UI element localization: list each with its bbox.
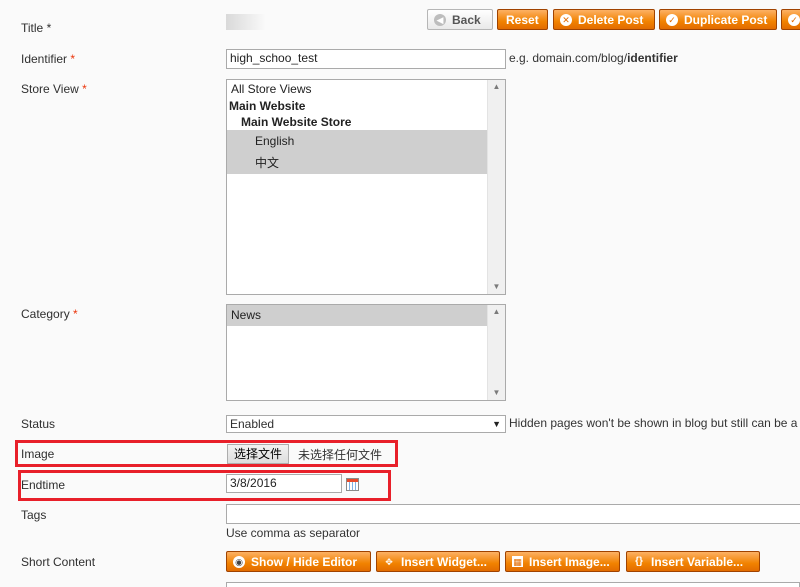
check-icon: ✓ [788,13,800,26]
back-icon: ◀ [434,13,446,26]
scroll-down-icon[interactable]: ▼ [488,280,505,294]
short-content-label: Short Content [21,555,96,569]
tags-hint: Use comma as separator [226,526,361,540]
title-input[interactable] [226,14,266,30]
choose-file-button[interactable]: 选择文件 [227,444,290,464]
insert-widget-button[interactable]: ✥ Insert Widget... [376,551,500,572]
widget-icon: ✥ [385,556,393,567]
status-note: Hidden pages won't be shown in blog but … [509,416,798,430]
image-label: Image [21,447,55,461]
scroll-up-icon[interactable]: ▲ [488,80,505,94]
identifier-note: e.g. domain.com/blog/identifier [509,51,678,65]
store-view-multiselect[interactable]: All Store Views Main Website Main Websit… [226,79,506,295]
identifier-label: Identifier * [21,52,76,66]
duplicate-post-button[interactable]: ✓ Duplicate Post [659,9,777,30]
category-label: Category * [21,307,78,321]
title-label: Title * [21,21,52,35]
show-hide-editor-button[interactable]: ◉ Show / Hide Editor [226,551,371,572]
category-multiselect[interactable]: News ▲ ▼ [226,304,506,401]
image-icon: ▦ [512,556,523,567]
tags-label: Tags [21,508,47,522]
store-view-option[interactable]: All Store Views [227,80,505,98]
delete-post-button[interactable]: ✕ Delete Post [553,9,655,30]
insert-variable-button[interactable]: {} Insert Variable... [626,551,760,572]
calendar-icon[interactable] [346,478,359,491]
variable-icon: {} [635,555,643,567]
short-content-editor[interactable] [226,582,800,587]
store-view-label: Store View * [21,82,87,96]
endtime-input[interactable]: 3/8/2016 [226,474,342,493]
reset-button[interactable]: Reset [497,9,548,30]
store-view-option[interactable]: English [227,130,488,152]
category-option[interactable]: News [227,305,488,326]
tags-input[interactable] [226,504,800,524]
insert-image-button[interactable]: ▦ Insert Image... [505,551,620,572]
store-view-option[interactable]: Main Website Store [227,114,505,130]
scroll-up-icon[interactable]: ▲ [488,305,505,319]
status-label: Status [21,417,56,431]
check-icon: ✓ [666,13,678,26]
more-button[interactable]: ✓ [781,9,800,30]
scroll-down-icon[interactable]: ▼ [488,386,505,400]
file-status-text: 未选择任何文件 [298,448,383,462]
dropdown-arrow-icon: ▼ [492,419,501,429]
endtime-label: Endtime [21,478,66,492]
category-scrollbar[interactable]: ▲ ▼ [487,305,505,400]
delete-icon: ✕ [560,13,572,26]
back-button[interactable]: ◀ Back [427,9,493,30]
status-select[interactable]: Enabled ▼ [226,415,506,433]
store-view-option[interactable]: Main Website [227,98,505,114]
identifier-input[interactable]: high_schoo_test [226,49,506,69]
store-view-option[interactable]: 中文 [227,152,488,174]
eye-icon: ◉ [233,555,245,568]
store-view-scrollbar[interactable]: ▲ ▼ [487,80,505,294]
